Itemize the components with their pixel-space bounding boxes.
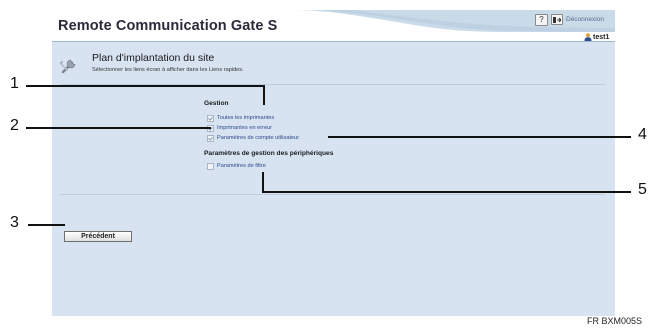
- callout-line-1: [26, 85, 264, 87]
- callout-number-1: 1: [10, 75, 19, 92]
- option-label[interactable]: Toutes les imprimantes: [217, 115, 274, 121]
- help-icon: ?: [539, 15, 544, 24]
- checkbox-icon[interactable]: [207, 114, 214, 122]
- option-user-account-settings[interactable]: Paramètres de compte utilisateur: [207, 134, 299, 142]
- callout-number-2: 2: [10, 117, 19, 134]
- option-label[interactable]: Imprimantes en erreur: [217, 125, 272, 131]
- header-bar: Remote Communication Gate S ? Déconnexio…: [52, 10, 615, 42]
- option-label[interactable]: Paramètres de compte utilisateur: [217, 135, 299, 141]
- checkbox-icon[interactable]: [207, 162, 214, 170]
- callout-number-4: 4: [638, 126, 647, 143]
- app-window: Remote Communication Gate S ? Déconnexio…: [52, 10, 615, 316]
- page-title: Plan d'implantation du site: [92, 52, 215, 64]
- callout-number-5: 5: [638, 181, 647, 198]
- main-panel: Plan d'implantation du site Sélectionner…: [52, 42, 615, 316]
- callout-number-3: 3: [10, 214, 19, 231]
- logout-link[interactable]: Déconnexion: [551, 13, 604, 26]
- user-icon: [584, 33, 592, 41]
- callout-line-2: [26, 127, 211, 129]
- help-button[interactable]: ?: [535, 14, 548, 26]
- option-filter-settings[interactable]: Paramètres de filtre: [207, 162, 266, 170]
- page-description: Sélectionner les liens écran à afficher …: [92, 67, 244, 73]
- callout-line-5-v: [262, 172, 264, 192]
- option-all-printers[interactable]: Toutes les imprimantes: [207, 114, 274, 122]
- callout-line-4: [328, 136, 631, 138]
- option-label[interactable]: Paramètres de filtre: [217, 163, 266, 169]
- user-name: test1: [593, 33, 610, 41]
- callout-line-3: [28, 224, 65, 226]
- figure-id: FR BXM005S: [587, 316, 643, 326]
- callout-line-1-v: [263, 85, 265, 105]
- callout-line-5: [262, 191, 631, 193]
- section-title-device-management: Paramètres de gestion des périphériques: [204, 150, 334, 157]
- back-button[interactable]: Précédent: [64, 231, 132, 242]
- logout-icon: [551, 14, 563, 25]
- logout-label: Déconnexion: [566, 16, 604, 23]
- app-title: Remote Communication Gate S: [58, 18, 278, 34]
- wrench-icon: [60, 59, 76, 74]
- checkbox-icon[interactable]: [207, 134, 214, 142]
- section-divider: [60, 194, 605, 195]
- option-error-printers[interactable]: Imprimantes en erreur: [207, 124, 272, 132]
- section-title-gestion: Gestion: [204, 100, 229, 107]
